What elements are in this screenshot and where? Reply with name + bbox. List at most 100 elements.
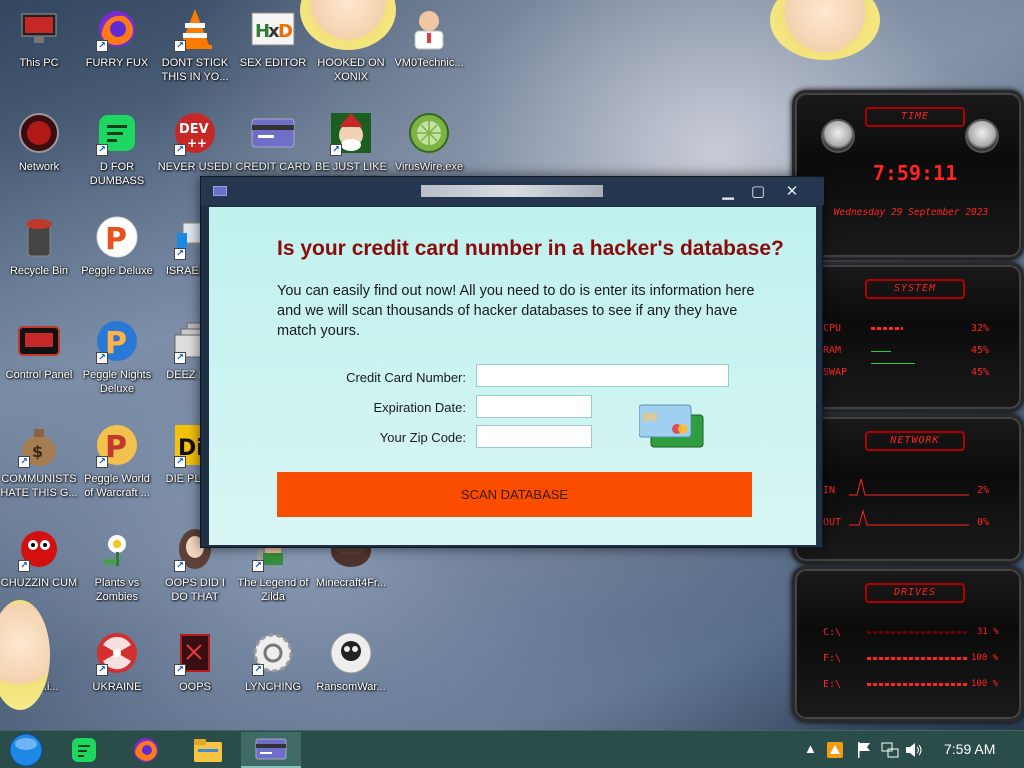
desktop-icon-label: D FOR DUMBASS: [89, 161, 145, 187]
svg-text:P: P: [105, 222, 127, 257]
lime-icon: [406, 110, 452, 156]
desktop-icon-label: Recycle Bin: [9, 265, 69, 277]
swap-bar: [871, 363, 915, 364]
desktop-icon-label: OOPS: [179, 681, 211, 693]
net-in-graph: [849, 478, 969, 496]
desktop-icon-d-for-dumbass[interactable]: ↗ D FOR DUMBASS: [78, 104, 156, 204]
shortcut-arrow-icon: ↗: [252, 664, 264, 676]
network-icon[interactable]: [880, 741, 900, 759]
desktop-icon-peggle-wow[interactable]: P ↗ Peggle World of Warcraft ...: [78, 416, 156, 516]
close-button[interactable]: ✕: [777, 179, 807, 203]
zip-code-label: Your Zip Code:: [379, 430, 466, 445]
expiration-date-input[interactable]: [476, 395, 592, 418]
desktop-icon-label: HOOKED ON XONIX: [317, 57, 385, 83]
drive-c-value: 31 %: [977, 627, 999, 637]
alienware-system-gadget: TIME 7:59:11 Wednesday 29 September 2023…: [792, 90, 1024, 722]
drive-f-bar: [867, 657, 967, 660]
svg-text:DEV: DEV: [179, 122, 209, 137]
desktop-icon-oops[interactable]: ↗ OOPS: [156, 624, 234, 724]
scan-database-button[interactable]: SCAN DATABASE: [277, 472, 752, 517]
desktop-icon-ransomware[interactable]: RansomWar...: [312, 624, 390, 724]
credit-card-icon: [213, 186, 227, 196]
desktop-icon-peggle-nights[interactable]: P ↗ Peggle Nights Deluxe: [78, 312, 156, 412]
peggle-nights-icon: P ↗: [94, 318, 140, 364]
network-panel: NETWORK IN 2% OUT 0%: [792, 414, 1024, 564]
svg-text:P: P: [105, 326, 127, 361]
shortcut-arrow-icon: ↗: [174, 664, 186, 676]
cpu-bar: [871, 327, 903, 330]
desktop-icon-label: Peggle Nights Deluxe: [82, 369, 152, 395]
desktop-icon-communists[interactable]: $ ↗ COMMUNISTS HATE THIS G...: [0, 416, 78, 516]
desktop-icon-label: Minecraft4Fr...: [315, 577, 387, 589]
credit-cards-image: [639, 404, 704, 448]
flag-icon[interactable]: [856, 741, 872, 759]
window-titlebar[interactable]: ▁ ▢ ✕: [201, 177, 824, 205]
window-title: [421, 185, 603, 197]
desktop-icon-control-panel[interactable]: Control Panel: [0, 312, 78, 412]
taskbar-firefox[interactable]: [124, 733, 168, 767]
network-header: NETWORK: [865, 431, 965, 451]
desktop-icon-label: Control Panel: [5, 369, 73, 381]
desktop-icon-label: The Legend of Zilda: [237, 577, 309, 603]
shortcut-arrow-icon: ↗: [174, 352, 186, 364]
shortcut-arrow-icon: ↗: [330, 144, 342, 156]
desktop-icon-peggle-deluxe[interactable]: P Peggle Deluxe: [78, 208, 156, 308]
net-in-label: IN: [823, 485, 836, 496]
desktop-icon-label: RansomWar...: [316, 681, 386, 693]
description-text: You can easily find out now! All you nee…: [277, 283, 755, 339]
red-book-icon: ↗: [172, 630, 218, 676]
desktop-icon-this-pc[interactable]: This PC: [0, 0, 78, 100]
desktop-icon-label: NEVER USED!: [157, 161, 233, 173]
desktop-icon-ukraine[interactable]: ↗ UKRAINE: [78, 624, 156, 724]
minimize-button[interactable]: ▁: [713, 179, 743, 203]
desktop-icon-label: CHUZZIN CUM: [0, 577, 78, 589]
tray-app-icon[interactable]: [826, 741, 844, 759]
taskbar-file-explorer[interactable]: [186, 733, 230, 767]
desktop-icon-lynching[interactable]: ↗ LYNCHING: [234, 624, 312, 724]
show-hidden-icons-button[interactable]: ▲: [804, 741, 817, 756]
ram-label: RAM: [823, 345, 842, 356]
gnome-icon: ↗: [328, 110, 374, 156]
desktop-icon-recycle-bin[interactable]: Recycle Bin: [0, 208, 78, 308]
taskbar-chat-app[interactable]: [62, 733, 106, 767]
zip-code-input[interactable]: [476, 425, 592, 448]
credit-card-icon: [250, 110, 296, 156]
volume-icon[interactable]: [904, 741, 924, 759]
maximize-button[interactable]: ▢: [743, 179, 773, 203]
swap-label: SWAP: [823, 367, 848, 378]
shortcut-arrow-icon: ↗: [96, 664, 108, 676]
desktop-icon-vm0technic[interactable]: VM0Technic...: [390, 0, 468, 100]
money-bag-icon: $ ↗: [16, 422, 62, 468]
desktop-icon-label: FURRY FUX: [85, 57, 149, 69]
desktop-icon-furry-fux[interactable]: ↗ FURRY FUX: [78, 0, 156, 100]
desktop-icon-label: SEX EDITOR: [239, 57, 307, 69]
taskbar-clock[interactable]: 7:59 AM: [944, 741, 995, 757]
peggle-icon: P: [94, 214, 140, 260]
drive-e-bar: [867, 683, 967, 686]
ram-value: 45%: [971, 345, 990, 356]
desktop-icon-dont-stick[interactable]: ↗ DONT STICK THIS IN YO...: [156, 0, 234, 100]
shortcut-arrow-icon: ↗: [174, 560, 186, 572]
shortcut-arrow-icon: ↗: [18, 456, 30, 468]
drives-panel: DRIVES C:\ 31 % F:\ 100 % E:\ 100 %: [792, 566, 1024, 722]
desktop-icon-pvz[interactable]: Plants vs Zombies: [78, 520, 156, 620]
desktop-icon-label: LYNCHING: [244, 681, 302, 693]
start-button[interactable]: [4, 733, 48, 767]
red-fuzzball-icon: ↗: [16, 526, 62, 572]
green-chat-icon: ↗: [94, 110, 140, 156]
firefox-icon: ↗: [94, 6, 140, 52]
swap-value: 45%: [971, 367, 990, 378]
taskbar: ▲ 7:59 AM: [0, 730, 1024, 768]
ram-bar: [871, 351, 891, 352]
alien-head-icon: [965, 119, 999, 153]
folder-icon: [194, 739, 222, 762]
shortcut-arrow-icon: ↗: [18, 560, 30, 572]
taskbar-credit-card-checker[interactable]: [241, 732, 301, 768]
time-panel: TIME 7:59:11 Wednesday 29 September 2023: [792, 90, 1024, 260]
desktop-icon-network[interactable]: Network: [0, 104, 78, 204]
svg-text:D: D: [278, 21, 293, 42]
flower-icon: [94, 526, 140, 572]
network-globe-icon: [16, 110, 62, 156]
anime-character-decoration: [770, 0, 880, 60]
card-number-input[interactable]: [476, 364, 729, 387]
